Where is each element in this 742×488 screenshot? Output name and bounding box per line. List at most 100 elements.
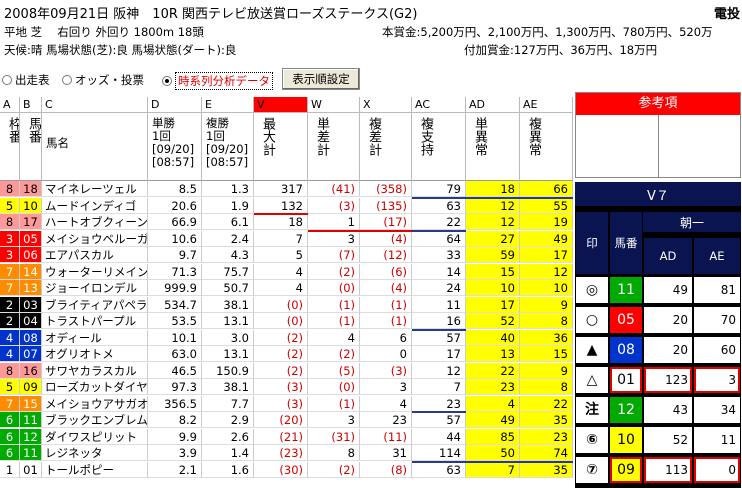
horse-name-cell: ムードインディゴ <box>42 197 148 214</box>
table-row[interactable]: 8 17 ハートオブクィーン 66.9 6.1 18 1 (17) 22 12 19 <box>0 214 573 230</box>
fuku-cell: 1.3 <box>202 181 254 197</box>
mark-symbol: ◎ <box>576 277 608 303</box>
prediction-row[interactable]: ⑥ 10 52 11 <box>575 426 741 454</box>
td-cell: (2) <box>308 346 360 362</box>
column-letter[interactable]: X <box>360 97 412 113</box>
column-header-name[interactable]: 馬名 <box>42 113 148 181</box>
tanA-cell: 52 <box>466 313 520 329</box>
tan-cell: 8.2 <box>148 412 202 428</box>
column-header-max-total[interactable]: 最大計 <box>254 113 308 181</box>
table-row[interactable]: 8 16 サワヤカラスカル 46.5 150.9 (2) (5) (3) 12 22 9 <box>0 362 573 379</box>
td-cell: (1) <box>308 313 360 329</box>
column-letter[interactable]: E <box>202 97 254 113</box>
race-analysis-window: 2008年09月21日 阪神 10R 関西テレビ放送賞ローズステークス(G2) … <box>0 0 742 488</box>
radio-odds[interactable]: オッズ・投票 <box>62 72 144 88</box>
table-row[interactable]: 5 09 ローズカットダイヤ 97.3 38.1 (3) (0) 3 7 23 8 <box>0 379 573 395</box>
prediction-umaban: 10 <box>610 427 642 453</box>
waku-cell: 3 <box>0 247 20 263</box>
umaban-cell: 15 <box>20 395 42 412</box>
prediction-row[interactable]: ▲ 08 20 60 <box>575 336 741 364</box>
waku-cell: 8 <box>0 362 20 379</box>
umaban-cell: 12 <box>20 428 42 445</box>
horse-name-cell: レジネッタ <box>42 445 148 461</box>
column-header-tansho[interactable]: 単勝 1回 [09/20] [08:57] <box>148 113 202 181</box>
column-header-wakuban[interactable]: 枠番 <box>0 113 20 181</box>
column-letter[interactable]: A <box>0 97 20 113</box>
prediction-panel: V７ 印 馬番 朝一 AD AE ◎ 11 49 81 ○ 05 20 70 ▲ 08 20 60 △ 0… <box>575 182 741 488</box>
ad-header: AD <box>644 238 692 274</box>
horse-name-cell: トラストパープル <box>42 313 148 329</box>
table-row[interactable]: 1 01 トールポピー 2.1 1.6 (30) (2) (8) 63 7 35 <box>0 461 573 478</box>
column-header-fuku-support[interactable]: 複支持 <box>412 113 466 181</box>
fuku-cell: 50.7 <box>202 280 254 296</box>
fd-cell: (135) <box>360 197 412 214</box>
column-letter[interactable]: AD <box>466 97 520 113</box>
td-cell: (2) <box>308 263 360 280</box>
fukA-cell: 36 <box>520 329 573 346</box>
column-header-text: 馬番 <box>26 117 41 143</box>
mark-symbol: ▲ <box>576 337 608 363</box>
table-row[interactable]: 6 11 レジネッタ 3.9 1.4 (23) 8 31 114 50 74 <box>0 445 573 461</box>
red-marker-line <box>308 229 412 232</box>
prediction-ae: 70 <box>694 307 740 333</box>
column-header-fukusho[interactable]: 複勝 1回 [09/20] [08:57] <box>202 113 254 181</box>
table-row[interactable]: 2 03 ブライティアパペラ 534.7 38.1 (0) (1) (1) 11 17 9 <box>0 296 573 313</box>
prediction-ae: 34 <box>694 397 740 423</box>
umaban-cell: 11 <box>20 412 42 428</box>
tan-cell: 9.9 <box>148 428 202 445</box>
table-row[interactable]: 2 04 トラストパープル 53.5 13.1 (0) (1) (1) 16 52 8 <box>0 313 573 329</box>
tanA-cell: 12 <box>466 214 520 230</box>
column-letter[interactable]: D <box>148 97 202 113</box>
prediction-row[interactable]: 注 12 43 34 <box>575 396 741 424</box>
reference-divider <box>658 115 659 177</box>
mark-symbol: 注 <box>576 397 608 423</box>
tan-cell: 8.5 <box>148 181 202 197</box>
table-row[interactable]: 3 06 エアパスカル 9.7 4.3 5 (7) (12) 33 59 17 <box>0 247 573 263</box>
column-header-tan-anomaly[interactable]: 単異常 <box>466 113 520 181</box>
prediction-title: V７ <box>575 182 741 206</box>
column-letter[interactable]: AC <box>412 97 466 113</box>
table-row[interactable]: 4 07 オグリオトメ 63.0 13.1 (2) (2) 0 17 13 15 <box>0 346 573 362</box>
table-row[interactable]: 6 12 ダイワスピリット 9.9 2.6 (21) (31) (11) 44 85 23 <box>0 428 573 445</box>
radio-timeseries[interactable]: 時系列分析データ <box>162 72 273 90</box>
umaban-cell: 10 <box>20 197 42 214</box>
prediction-row[interactable]: ○ 05 20 70 <box>575 306 741 334</box>
mark-symbol: ⑦ <box>576 457 608 483</box>
tanA-cell: 10 <box>466 280 520 296</box>
column-letter[interactable]: B <box>20 97 42 113</box>
column-letter[interactable]: C <box>42 97 148 113</box>
sup-cell: 63 <box>412 197 466 214</box>
waku-cell: 2 <box>0 296 20 313</box>
umaban-cell: 11 <box>20 445 42 461</box>
column-header-fuku-diff[interactable]: 複差計 <box>360 113 412 181</box>
display-order-button[interactable]: 表示順設定 <box>282 68 360 90</box>
tanA-cell: 59 <box>466 247 520 263</box>
table-row[interactable]: 5 10 ムードインディゴ 20.6 1.9 132 (3) (135) 63 12 55 <box>0 197 573 214</box>
table-row[interactable]: 3 05 メイショウベルーガ 10.6 2.4 7 3 (4) 64 27 49 <box>0 230 573 247</box>
column-header-umaban[interactable]: 馬番 <box>20 113 42 181</box>
table-row[interactable]: 6 11 ブラックエンブレム 8.2 2.9 (20) 3 23 57 49 35 <box>0 412 573 428</box>
column-header-tan-diff[interactable]: 単差計 <box>308 113 360 181</box>
column-letter[interactable]: V <box>254 97 308 113</box>
tan-cell: 10.6 <box>148 230 202 247</box>
prediction-ae: 81 <box>694 277 740 303</box>
column-letter[interactable]: AE <box>520 97 573 113</box>
td-cell: (31) <box>308 428 360 445</box>
column-header-fuku-anomaly[interactable]: 複異常 <box>520 113 573 181</box>
prediction-row[interactable]: ⑦ 09 113 0 <box>575 456 741 484</box>
column-letter[interactable]: W <box>308 97 360 113</box>
table-row[interactable]: 8 18 マイネレーツェル 8.5 1.3 317 (41) (358) 79 18 66 <box>0 181 573 197</box>
umaban-cell: 07 <box>20 346 42 362</box>
prediction-umaban: 08 <box>610 337 642 363</box>
fukA-cell: 9 <box>520 362 573 379</box>
table-row[interactable]: 4 08 オディール 10.1 3.0 (2) 4 6 57 40 36 <box>0 329 573 346</box>
table-row[interactable]: 7 14 ウォーターリメイン 71.3 75.7 4 (2) (6) 14 15 12 <box>0 263 573 280</box>
tan-cell: 999.9 <box>148 280 202 296</box>
blue-marker-line <box>412 460 573 463</box>
fd-cell: (3) <box>360 362 412 379</box>
radio-entries[interactable]: 出走表 <box>2 72 50 88</box>
table-row[interactable]: 7 15 メイショウアサガオ 356.5 7.7 (3) (1) 4 23 4 22 <box>0 395 573 412</box>
prediction-row[interactable]: ◎ 11 49 81 <box>575 276 741 304</box>
prediction-row[interactable]: △ 01 123 3 <box>575 366 741 394</box>
table-row[interactable]: 7 13 ジョーイロンデル 999.9 50.7 4 (0) (4) 24 10 10 <box>0 280 573 296</box>
